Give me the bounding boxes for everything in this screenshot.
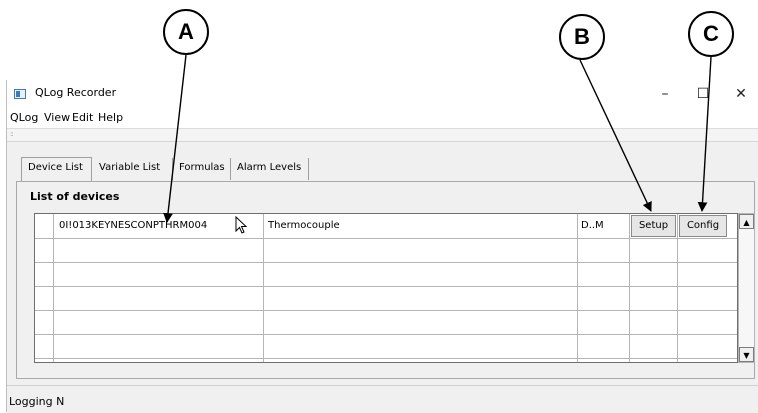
menu-view[interactable]: View — [44, 111, 70, 124]
mouse-cursor-icon — [235, 215, 248, 238]
menu-bar: QLog View Edit Help — [7, 108, 758, 128]
device-mode-cell[interactable]: D..M — [581, 214, 604, 238]
close-button[interactable]: ✕ — [726, 83, 756, 105]
tab-alarm-levels[interactable]: Alarm Levels — [231, 158, 309, 180]
status-text: Logging N — [9, 395, 65, 408]
scroll-up-button[interactable]: ▲ — [739, 214, 754, 229]
menu-qlog[interactable]: QLog — [10, 111, 38, 124]
section-label: List of devices — [30, 190, 120, 203]
minimize-button[interactable]: – — [650, 83, 680, 105]
callout-a: A — [163, 9, 209, 55]
tab-variable-list[interactable]: Variable List — [93, 158, 173, 180]
toolbar-grip[interactable]: :: — [10, 130, 14, 138]
device-type-cell[interactable]: Thermocouple — [268, 214, 340, 238]
toolbar: :: — [7, 128, 758, 142]
tab-device-list[interactable]: Device List — [21, 157, 92, 181]
maximize-button[interactable]: ☐ — [688, 83, 718, 105]
scroll-down-button[interactable]: ▼ — [739, 347, 754, 362]
tab-formulas[interactable]: Formulas — [173, 158, 231, 180]
window-title: QLog Recorder — [35, 86, 117, 99]
device-table: 0I!013KEYNESCONPTHRM004 Thermocouple D..… — [34, 213, 738, 363]
callout-b: B — [559, 14, 605, 60]
config-button[interactable]: Config — [679, 215, 727, 237]
device-list-panel: List of devices 0I!013KEYNESCONPTHRM004 … — [16, 181, 755, 379]
setup-button[interactable]: Setup — [631, 215, 676, 237]
title-bar: QLog Recorder – ☐ ✕ — [7, 80, 758, 108]
app-icon — [14, 89, 26, 99]
status-bar: Logging N — [7, 385, 758, 413]
callout-c: C — [688, 11, 734, 57]
menu-help[interactable]: Help — [98, 111, 123, 124]
device-id-cell[interactable]: 0I!013KEYNESCONPTHRM004 — [59, 214, 207, 238]
app-window: QLog Recorder – ☐ ✕ QLog View Edit Help … — [6, 80, 758, 413]
table-scrollbar[interactable]: ▲ ▼ — [738, 213, 755, 363]
menu-edit[interactable]: Edit — [72, 111, 93, 124]
